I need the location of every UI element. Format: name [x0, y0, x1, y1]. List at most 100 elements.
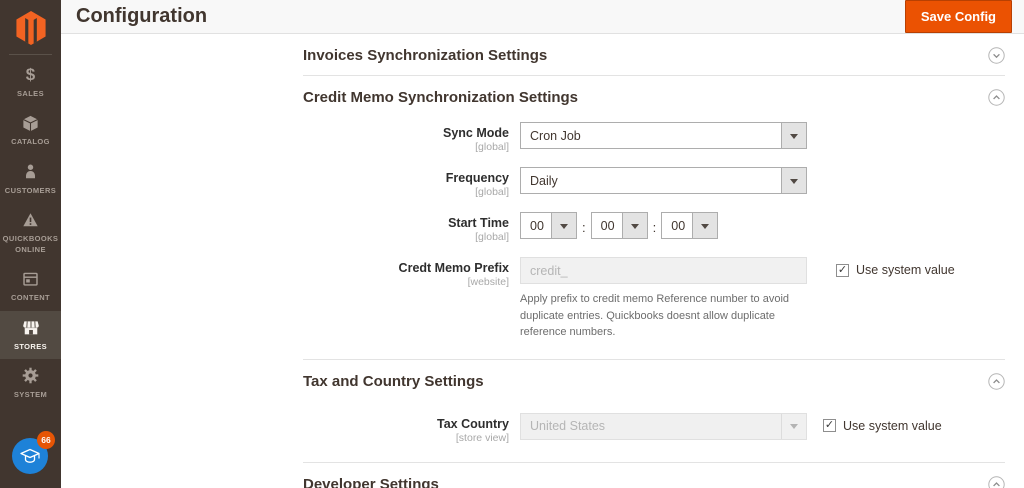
field-label-col: Frequency [global]: [303, 167, 520, 198]
checkbox-label: Use system value: [856, 263, 955, 277]
section-title: Developer Settings: [303, 475, 439, 488]
section-title: Credit Memo Synchronization Settings: [303, 89, 579, 106]
field-control-col: United States ✓ Use system value: [520, 412, 942, 444]
form-row-sync-mode: Sync Mode [global] Cron Job: [303, 122, 1005, 153]
field-label: Tax Country: [437, 416, 509, 431]
select-arrow-button: [781, 168, 806, 193]
select-arrow-button: [781, 123, 806, 148]
triangle-down-icon: [790, 133, 798, 143]
chevron-up-circle-icon: [988, 372, 1005, 390]
magento-logo[interactable]: [0, 0, 61, 54]
chevron-up-circle-icon: [988, 475, 1005, 488]
form-row-start-time: Start Time [global] 00 : 00 : 00: [303, 212, 1005, 243]
input-and-note: Apply prefix to credit memo Reference nu…: [520, 257, 820, 341]
field-label-col: Sync Mode [global]: [303, 122, 520, 153]
sync-mode-select[interactable]: Cron Job: [520, 122, 807, 149]
select-value: Daily: [530, 173, 558, 188]
field-scope: [global]: [475, 186, 509, 198]
section-header-credit-memo-sync[interactable]: Credit Memo Synchronization Settings: [303, 76, 1005, 117]
notification-badge: 66: [37, 431, 55, 449]
store-icon: [21, 319, 41, 337]
triangle-down-icon: [790, 178, 798, 188]
sidebar-item-label: SALES: [16, 89, 44, 98]
sidebar-item-system[interactable]: SYSTEM: [0, 359, 61, 407]
field-control-col: 00 : 00 : 00: [520, 212, 719, 243]
checkbox-label: Use system value: [843, 418, 942, 433]
select-arrow-button: [692, 213, 718, 238]
tax-section-body: Tax Country [store view] United States ✓…: [303, 401, 1005, 462]
form-row-credit-memo-prefix: Credt Memo Prefix [website] Apply prefix…: [303, 257, 1005, 341]
sidebar-item-label: STORES: [13, 341, 48, 351]
sidebar-item-label: QUICKBOOKS ONLINE: [2, 233, 59, 254]
field-scope: [global]: [475, 141, 509, 153]
customer-icon: [22, 163, 39, 181]
field-scope: [global]: [475, 231, 509, 243]
gear-icon: [21, 367, 40, 385]
sidebar-item-label: CATALOG: [11, 137, 50, 147]
field-label-col: Start Time [global]: [303, 212, 520, 243]
triangle-down-icon: [630, 223, 639, 233]
chevron-down-circle-icon: [988, 47, 1005, 64]
select-value: United States: [530, 419, 606, 433]
form-row-frequency: Frequency [global] Daily: [303, 167, 1005, 198]
config-content: Invoices Synchronization Settings Credit…: [61, 34, 1024, 488]
sidebar-divider: [9, 54, 52, 55]
field-label-col: Credt Memo Prefix [website]: [303, 257, 520, 341]
use-system-value-checkbox-group[interactable]: ✓ Use system value: [823, 413, 942, 433]
magento-logo-icon: [15, 11, 46, 45]
checkbox-checked-icon[interactable]: ✓: [836, 263, 849, 277]
time-separator: :: [652, 220, 657, 235]
sidebar-item-customers[interactable]: CUSTOMERS: [0, 155, 61, 203]
dollar-icon: $: [25, 65, 36, 84]
sidebar-item-label: CUSTOMERS: [4, 185, 57, 195]
field-label: Frequency: [445, 171, 509, 185]
select-arrow-button: [551, 213, 576, 238]
field-control-col: Cron Job: [520, 122, 807, 153]
credit-memo-prefix-input: [520, 257, 807, 284]
field-scope: [store view]: [455, 431, 509, 444]
select-value: 00: [600, 218, 615, 233]
section-header-developer[interactable]: Developer Settings: [303, 463, 1005, 488]
sidebar-item-quickbooks-online[interactable]: QUICKBOOKS ONLINE: [0, 203, 61, 263]
field-control-col: Apply prefix to credit memo Reference nu…: [520, 257, 955, 341]
page-header: Configuration Save Config: [61, 0, 1024, 34]
sidebar-item-label: CONTENT: [10, 293, 51, 303]
triangle-down-icon: [560, 223, 568, 233]
tax-country-select: United States: [520, 412, 807, 440]
start-time-minutes-select[interactable]: 00: [590, 212, 648, 239]
field-label-col: Tax Country [store view]: [303, 413, 520, 444]
sidebar-nav: $ SALES CATALOG CUSTOMERS QUICKBOOKS ONL…: [0, 58, 61, 407]
tutorial-widget: 66: [12, 431, 55, 474]
sidebar-item-content[interactable]: CONTENT: [0, 262, 61, 310]
start-time-seconds-select[interactable]: 00: [661, 212, 719, 239]
field-scope: [website]: [467, 276, 509, 288]
admin-sidebar: $ SALES CATALOG CUSTOMERS QUICKBOOKS ONL…: [0, 0, 61, 488]
section-title: Tax and Country Settings: [303, 372, 484, 390]
form-row-tax-country: Tax Country [store view] United States ✓…: [303, 412, 1005, 444]
select-value: 00: [530, 218, 544, 233]
select-arrow-button: [621, 213, 647, 238]
start-time-hours-select[interactable]: 00: [520, 212, 577, 239]
triangle-down-icon: [790, 424, 798, 433]
layout-icon: [21, 270, 40, 288]
field-label: Sync Mode: [443, 126, 509, 140]
graduation-cap-icon: [20, 448, 40, 463]
select-value: 00: [671, 218, 686, 233]
select-value: Cron Job: [530, 128, 581, 143]
section-header-invoices-sync[interactable]: Invoices Synchronization Settings: [303, 34, 1005, 75]
sidebar-item-catalog[interactable]: CATALOG: [0, 106, 61, 154]
checkbox-checked-icon[interactable]: ✓: [823, 419, 836, 432]
field-control-col: Daily: [520, 167, 807, 198]
sidebar-item-sales[interactable]: $ SALES: [0, 58, 61, 106]
frequency-select[interactable]: Daily: [520, 167, 807, 194]
sidebar-item-stores[interactable]: STORES: [0, 310, 61, 359]
magento-admin-app: $ SALES CATALOG CUSTOMERS QUICKBOOKS ONL…: [0, 0, 1024, 488]
main-panel: Configuration Save Config Invoices Synch…: [61, 0, 1024, 488]
section-title: Invoices Synchronization Settings: [303, 47, 548, 64]
credit-memo-section-body: Sync Mode [global] Cron Job Frequency [g…: [303, 117, 1005, 359]
field-note: Apply prefix to credit memo Reference nu…: [520, 293, 790, 338]
box-icon: [21, 114, 40, 132]
section-header-tax-country[interactable]: Tax and Country Settings: [303, 360, 1005, 401]
save-config-button[interactable]: Save Config: [904, 0, 1012, 33]
use-system-value-checkbox-group[interactable]: ✓ Use system value: [836, 257, 955, 277]
